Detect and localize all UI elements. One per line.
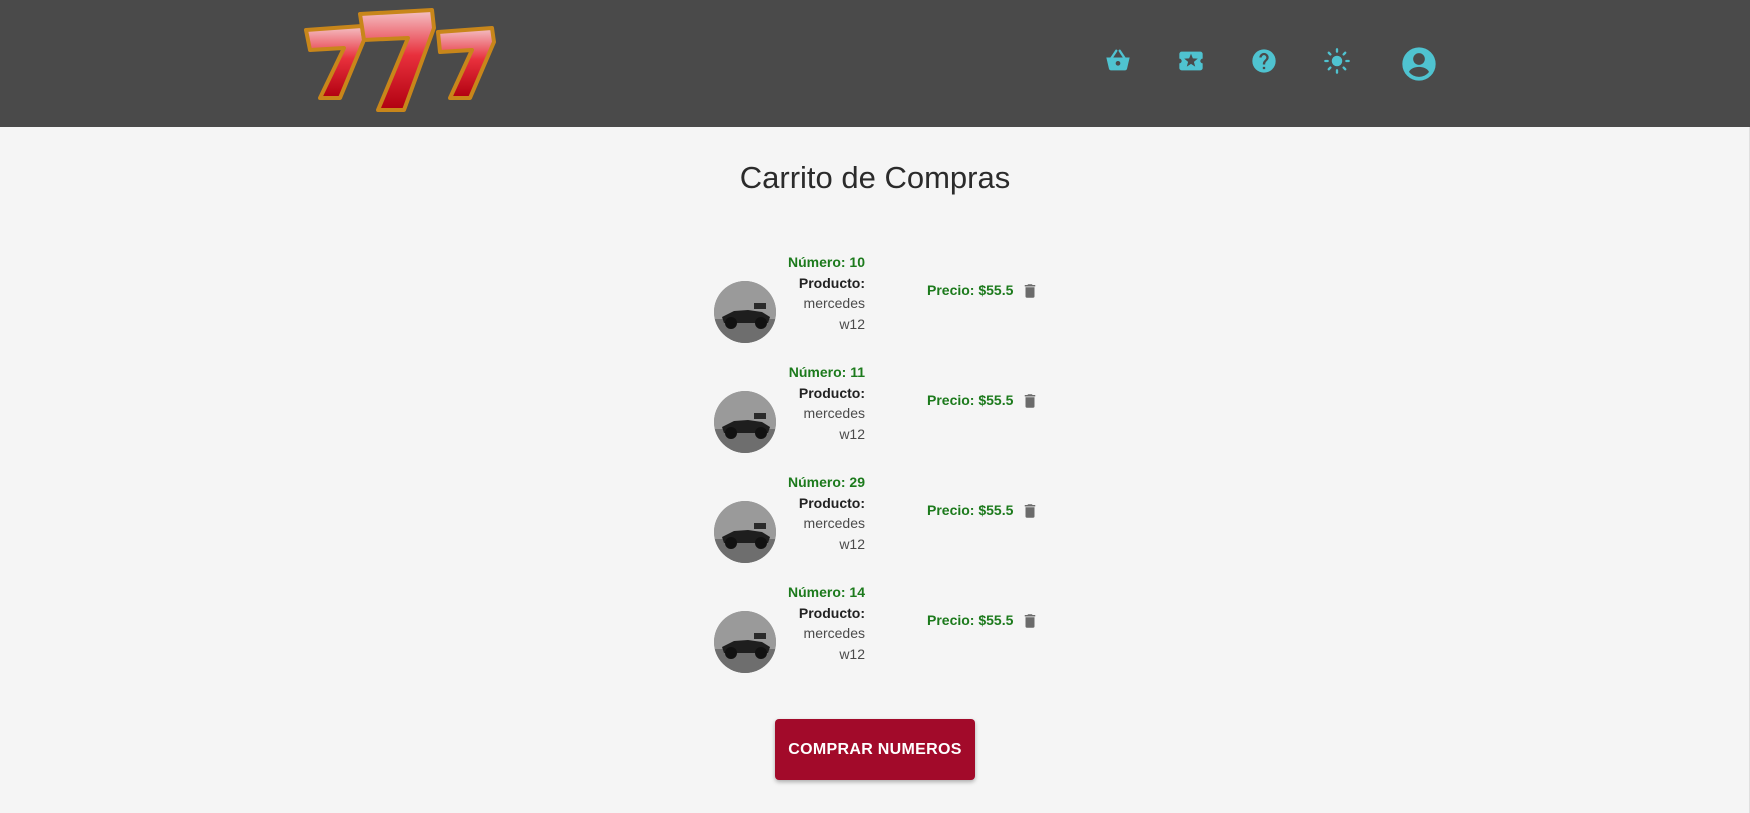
item-info: Número: 14 Producto: mercedes w12 <box>780 582 865 664</box>
buy-numbers-button[interactable]: COMPRAR NUMEROS <box>775 719 975 780</box>
product-label: Producto: <box>798 384 865 401</box>
delete-icon[interactable] <box>1021 612 1039 630</box>
item-info: Número: 11 Producto: mercedes w12 <box>780 362 865 444</box>
product-thumbnail <box>714 501 776 563</box>
item-info: Número: 29 Producto: mercedes w12 <box>780 472 865 554</box>
product-thumbnail <box>714 611 776 673</box>
product-label: Producto: <box>798 494 865 511</box>
item-price: Precio: $55.5 <box>927 502 1014 518</box>
product-label: Producto: <box>798 604 865 621</box>
item-price: Precio: $55.5 <box>927 612 1014 628</box>
cart-item: Número: 14 Producto: mercedes w12 Precio… <box>714 582 1044 673</box>
item-info: Número: 10 Producto: mercedes w12 <box>780 252 865 334</box>
cart-item: Número: 10 Producto: mercedes w12 Precio… <box>714 252 1044 343</box>
product-name: mercedes w12 <box>803 295 865 332</box>
product-name: mercedes w12 <box>803 515 865 552</box>
brightness-icon[interactable] <box>1323 47 1351 75</box>
basket-icon[interactable] <box>1104 47 1132 75</box>
item-price: Precio: $55.5 <box>927 392 1014 408</box>
help-icon[interactable] <box>1250 47 1278 75</box>
product-name: mercedes w12 <box>803 405 865 442</box>
item-number: Número: 10 <box>787 254 865 270</box>
account-circle-icon[interactable] <box>1399 44 1439 84</box>
product-thumbnail <box>714 281 776 343</box>
cart-item: Número: 29 Producto: mercedes w12 Precio… <box>714 472 1044 563</box>
delete-icon[interactable] <box>1021 392 1039 410</box>
item-number: Número: 11 <box>788 364 865 380</box>
product-name: mercedes w12 <box>803 625 865 662</box>
item-number: Número: 14 <box>787 584 865 600</box>
cart-item: Número: 11 Producto: mercedes w12 Precio… <box>714 362 1044 453</box>
ticket-star-icon[interactable] <box>1177 47 1205 75</box>
item-price: Precio: $55.5 <box>927 282 1014 298</box>
delete-icon[interactable] <box>1021 282 1039 300</box>
delete-icon[interactable] <box>1021 502 1039 520</box>
product-thumbnail <box>714 391 776 453</box>
logo-777[interactable] <box>300 4 500 116</box>
page-title: Carrito de Compras <box>739 160 1011 195</box>
top-bar <box>0 0 1750 127</box>
item-number: Número: 29 <box>787 474 865 490</box>
product-label: Producto: <box>798 274 865 291</box>
